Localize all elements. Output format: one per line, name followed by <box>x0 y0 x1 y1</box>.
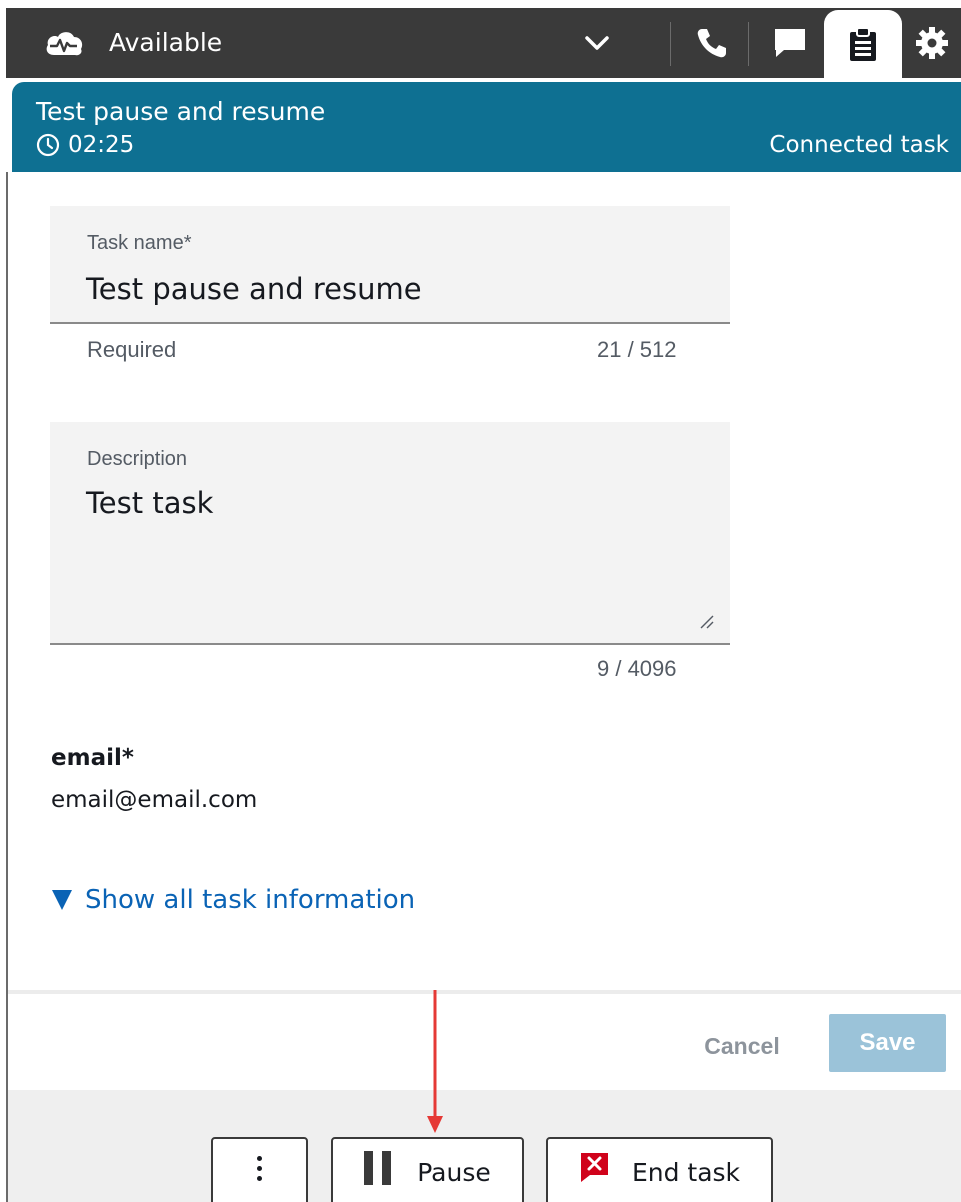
description-textarea[interactable]: Description Test task <box>50 422 730 645</box>
chat-tab-button[interactable] <box>752 8 828 78</box>
agent-status-bar: Available <box>6 8 961 80</box>
caret-down-icon <box>52 890 72 910</box>
more-vertical-icon <box>257 1155 262 1181</box>
status-dropdown[interactable]: Available <box>6 8 670 78</box>
task-name-label: Task name* <box>87 232 192 254</box>
annotation-arrow <box>427 990 443 1133</box>
end-task-label: End task <box>631 1157 741 1187</box>
pause-label: Pause <box>417 1157 491 1187</box>
end-task-button[interactable]: End task <box>546 1137 773 1202</box>
resize-handle-icon[interactable] <box>698 613 714 629</box>
save-button[interactable]: Save <box>829 1014 946 1072</box>
pause-button[interactable]: Pause <box>331 1137 524 1202</box>
timer-value: 02:25 <box>68 132 135 158</box>
form-footer <box>8 994 961 1090</box>
email-attribute-value: email@email.com <box>51 787 258 813</box>
description-char-count: 9 / 4096 <box>597 656 677 681</box>
pause-icon <box>364 1151 392 1185</box>
contact-status: Connected task <box>769 132 949 158</box>
gear-icon <box>915 27 948 59</box>
email-attribute-label: email* <box>51 745 134 771</box>
contact-title: Test pause and resume <box>36 97 326 126</box>
more-actions-button[interactable] <box>211 1137 308 1202</box>
clipboard-icon <box>850 27 876 61</box>
description-value[interactable]: Test task <box>86 486 213 520</box>
cancel-button[interactable]: Cancel <box>692 1026 792 1066</box>
clock-icon <box>36 133 60 157</box>
status-label: Available <box>109 28 223 57</box>
toolbar-divider <box>670 22 671 66</box>
end-task-icon <box>580 1153 608 1182</box>
show-all-task-info-link[interactable]: Show all task information <box>52 885 415 915</box>
chevron-down-icon[interactable] <box>584 32 610 54</box>
contact-timer: 02:25 <box>36 132 134 158</box>
phone-icon <box>697 29 726 58</box>
task-name-value[interactable]: Test pause and resume <box>86 272 422 306</box>
task-name-char-count: 21 / 512 <box>597 337 677 362</box>
cloud-heartbeat-icon <box>46 32 83 56</box>
task-name-helper: Required <box>87 337 177 362</box>
contact-header: Test pause and resume 02:25 Connected ta… <box>12 82 961 172</box>
chat-icon <box>775 29 805 57</box>
show-all-label: Show all task information <box>85 885 416 915</box>
phone-tab-button[interactable] <box>674 8 750 78</box>
toolbar-divider <box>748 22 749 66</box>
task-name-input[interactable]: Task name* Test pause and resume <box>50 206 730 324</box>
settings-button[interactable] <box>902 8 961 78</box>
task-tab-button[interactable] <box>824 10 902 80</box>
description-label: Description <box>87 448 188 470</box>
